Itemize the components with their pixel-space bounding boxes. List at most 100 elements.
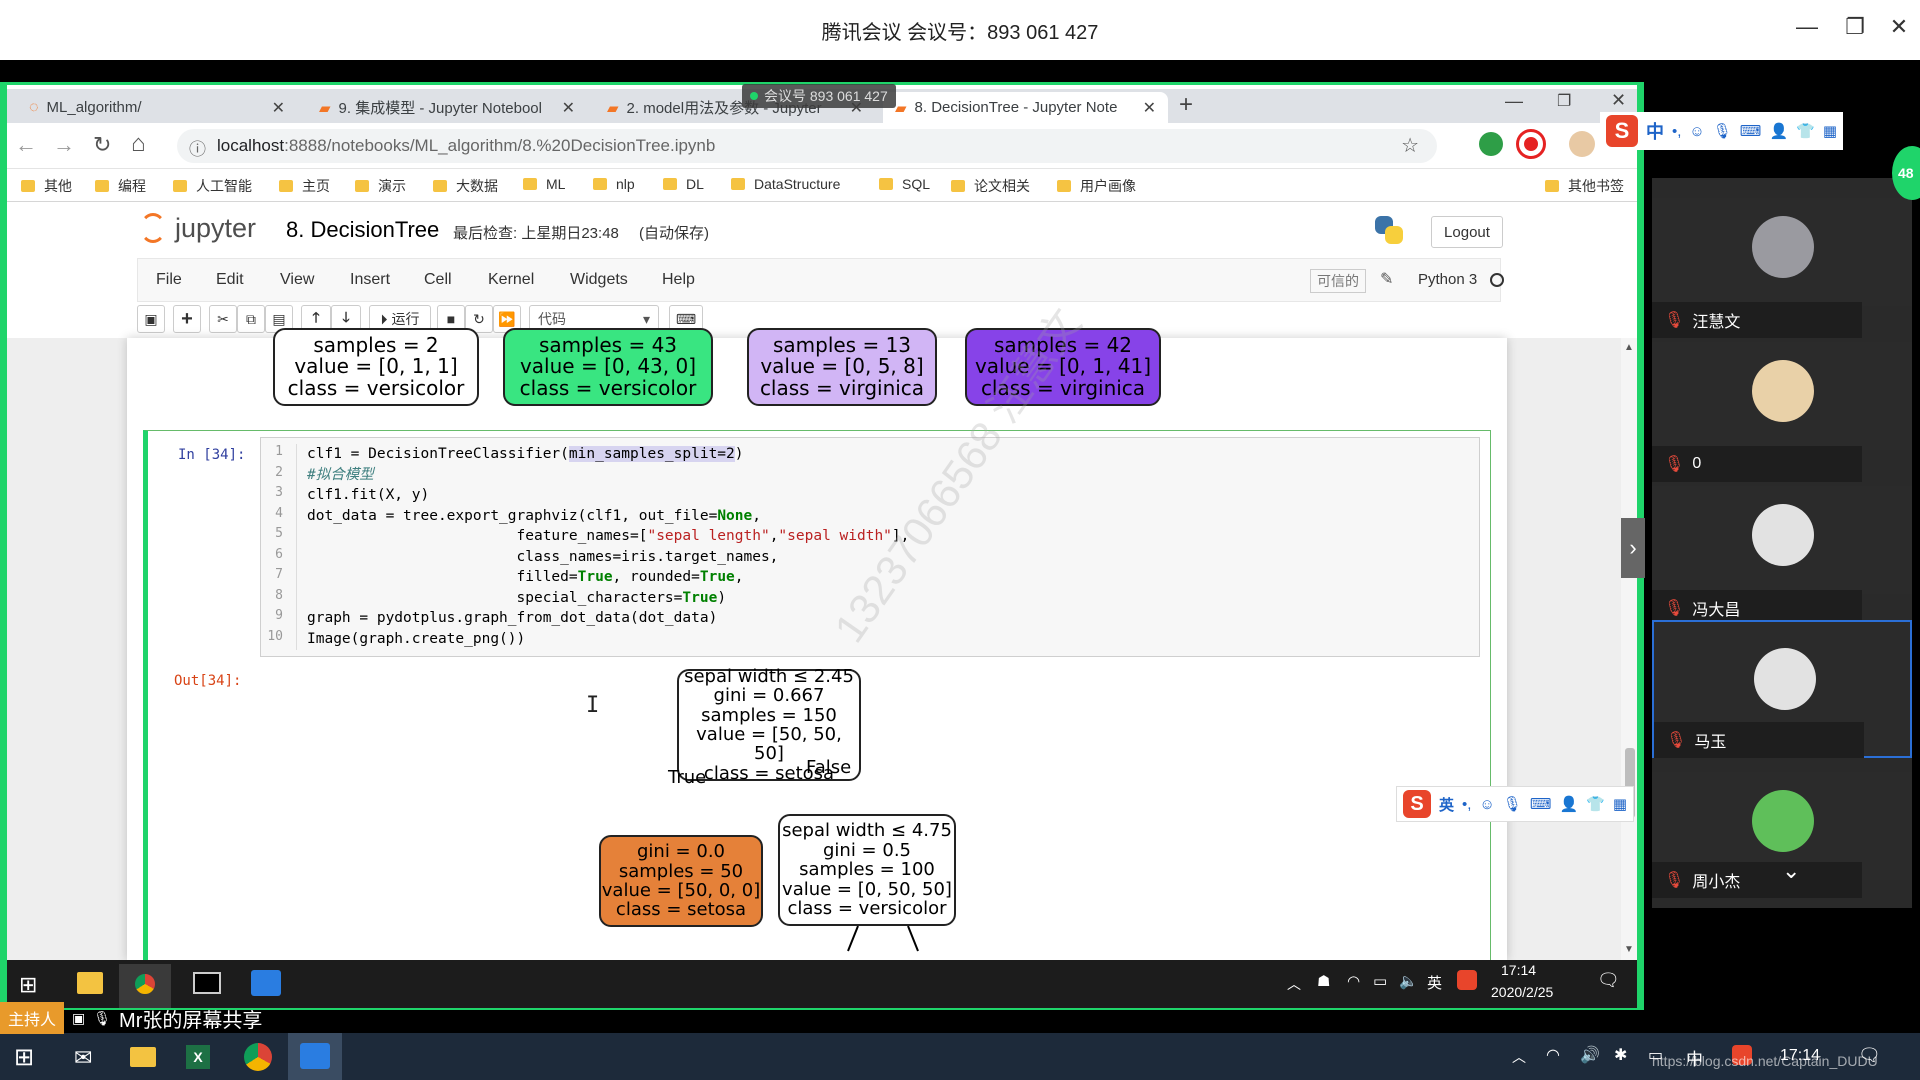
mic-icon[interactable]: 🎙	[1713, 122, 1732, 140]
punct-icon[interactable]: •,	[1462, 796, 1471, 813]
bookmark-item[interactable]: 论文相关	[951, 176, 1030, 196]
menu-insert[interactable]: Insert	[350, 271, 390, 289]
ime-lang-label[interactable]: 中	[1646, 118, 1664, 144]
tray-app-icon[interactable]: ☗	[1317, 972, 1330, 990]
menu-widgets[interactable]: Widgets	[570, 271, 628, 289]
bookmark-item[interactable]: 大数据	[433, 176, 498, 196]
bookmark-item[interactable]: 主页	[279, 176, 330, 196]
skin-icon[interactable]: 👕	[1586, 795, 1605, 813]
bookmark-item[interactable]: 其他	[21, 176, 72, 196]
tencent-meeting-icon[interactable]	[251, 970, 281, 996]
tab-close-icon[interactable]: ✕	[272, 98, 285, 118]
sogou-logo-icon[interactable]: S	[1403, 790, 1431, 818]
back-icon[interactable]: ←	[15, 132, 37, 158]
menu-edit[interactable]: Edit	[216, 271, 244, 289]
restore-icon[interactable]: ❐	[1840, 14, 1870, 40]
mic-icon[interactable]: 🎙	[1503, 795, 1522, 813]
user-icon[interactable]: 👤	[1769, 122, 1788, 140]
menu-help[interactable]: Help	[662, 271, 695, 289]
insert-cell-icon[interactable]: +	[173, 305, 201, 333]
bookmark-item[interactable]: 编程	[95, 176, 146, 196]
extension-evernote-icon[interactable]	[1479, 132, 1503, 156]
bluetooth-icon[interactable]: ✱	[1614, 1045, 1627, 1065]
menu-view[interactable]: View	[280, 271, 314, 289]
side-panel-toggle-icon[interactable]: ›	[1621, 518, 1645, 578]
keyboard-icon[interactable]: ⌨	[1530, 795, 1552, 813]
bookmark-item[interactable]: DataStructure	[731, 176, 840, 192]
expand-chevron-icon[interactable]: ⌄	[1782, 858, 1800, 884]
bookmark-item[interactable]: SQL	[879, 176, 930, 192]
menu-cell[interactable]: Cell	[424, 271, 452, 289]
new-tab-icon[interactable]: +	[1179, 91, 1193, 119]
tencent-meeting-icon[interactable]	[300, 1043, 330, 1069]
terminal-icon[interactable]	[193, 972, 221, 994]
input-lang-indicator[interactable]: 英	[1427, 972, 1442, 993]
win-close-icon[interactable]: ✕	[1611, 90, 1626, 111]
tray-chevron-icon[interactable]: ︿	[1287, 974, 1301, 994]
wifi-icon[interactable]: ◠	[1546, 1045, 1560, 1065]
volume-icon[interactable]: 🔊	[1580, 1045, 1600, 1065]
scrollbar[interactable]: ▲ ▼	[1621, 338, 1637, 960]
mail-icon[interactable]: ✉	[74, 1045, 92, 1071]
windows-start-icon[interactable]: ⊞	[14, 1043, 34, 1072]
scroll-down-icon[interactable]: ▼	[1624, 944, 1634, 955]
scroll-up-icon[interactable]: ▲	[1624, 342, 1634, 353]
file-explorer-icon[interactable]	[130, 1047, 156, 1067]
participant-tile[interactable]: 🎙 冯大昌	[1652, 486, 1912, 626]
wifi-icon[interactable]: ◠	[1347, 972, 1360, 990]
bookmark-item[interactable]: DL	[663, 176, 704, 192]
tray-chevron-icon[interactable]: ︿	[1512, 1047, 1526, 1067]
battery-icon[interactable]: ▭	[1373, 972, 1387, 990]
emoji-icon[interactable]: ☺	[1479, 796, 1494, 813]
logout-button[interactable]: Logout	[1431, 216, 1503, 248]
jupyter-logo-text[interactable]: jupyter	[175, 213, 256, 244]
tab-ensemble[interactable]: ▰ 9. 集成模型 - Jupyter Notebool ✕	[307, 92, 587, 123]
win-minimize-icon[interactable]: —	[1505, 91, 1523, 112]
sogou-logo-icon[interactable]: S	[1606, 115, 1638, 147]
close-icon[interactable]: ✕	[1884, 14, 1914, 40]
participant-tile[interactable]: 🎙 0	[1652, 342, 1912, 482]
grid-icon[interactable]: ▦	[1823, 122, 1837, 140]
bookmark-star-icon[interactable]: ☆	[1401, 133, 1419, 158]
copy-icon[interactable]: ⧉	[237, 305, 265, 333]
bookmark-item[interactable]: nlp	[593, 176, 635, 192]
reload-icon[interactable]: ↻	[93, 132, 111, 158]
bookmark-item[interactable]: 用户画像	[1057, 176, 1136, 196]
tab-decision-tree[interactable]: ▰ 8. DecisionTree - Jupyter Note ✕	[883, 92, 1168, 123]
forward-icon[interactable]: →	[53, 132, 75, 158]
bookmark-item[interactable]: ML	[523, 176, 565, 192]
home-icon[interactable]: ⌂	[131, 130, 146, 158]
cut-icon[interactable]: ✂	[209, 305, 237, 333]
tab-ml-algorithm[interactable]: ◌ ML_algorithm/ ✕	[17, 92, 297, 123]
url-field[interactable]: ⓘ localhost:8888/notebooks/ML_algorithm/…	[177, 129, 1437, 163]
menu-file[interactable]: File	[156, 271, 182, 289]
bookmark-item[interactable]: 人工智能	[173, 176, 252, 196]
edit-pencil-icon[interactable]: ✎	[1380, 269, 1393, 289]
clock-date[interactable]: 2020/2/25	[1491, 984, 1553, 1000]
excel-icon[interactable]: X	[186, 1045, 210, 1069]
participant-tile[interactable]: 🎙 周小杰 ⌄	[1652, 772, 1912, 898]
participant-tile-active[interactable]: 🎙 马玉	[1652, 620, 1912, 758]
participant-tile[interactable]: 🎙 汪慧文	[1652, 198, 1912, 338]
minimize-icon[interactable]: —	[1792, 14, 1822, 40]
punct-icon[interactable]: •,	[1672, 123, 1681, 140]
save-icon[interactable]: ▣	[137, 305, 165, 333]
other-bookmarks[interactable]: 其他书签	[1545, 176, 1624, 196]
tab-close-icon[interactable]: ✕	[562, 98, 575, 118]
grid-icon[interactable]: ▦	[1613, 795, 1627, 813]
skin-icon[interactable]: 👕	[1796, 122, 1815, 140]
profile-avatar[interactable]	[1569, 131, 1595, 157]
chrome-icon[interactable]	[131, 970, 159, 998]
chrome-icon[interactable]	[244, 1043, 272, 1071]
action-center-icon[interactable]: 🗨	[1597, 970, 1620, 991]
file-explorer-icon[interactable]	[77, 972, 103, 994]
sogou-tray-icon[interactable]	[1457, 970, 1477, 990]
win-restore-icon[interactable]: ❐	[1557, 91, 1571, 111]
code-cell[interactable]: In [34]: 1 2 3 4 5 6 7 8 9 10 clf1 = Dec…	[143, 430, 1491, 970]
bookmark-item[interactable]: 演示	[355, 176, 406, 196]
tab-close-icon[interactable]: ✕	[1143, 98, 1156, 118]
keyboard-icon[interactable]: ⌨	[1740, 122, 1762, 140]
extension-adblock-icon[interactable]	[1516, 129, 1546, 159]
windows-start-icon[interactable]: ⊞	[19, 972, 37, 998]
emoji-icon[interactable]: ☺	[1689, 123, 1704, 140]
